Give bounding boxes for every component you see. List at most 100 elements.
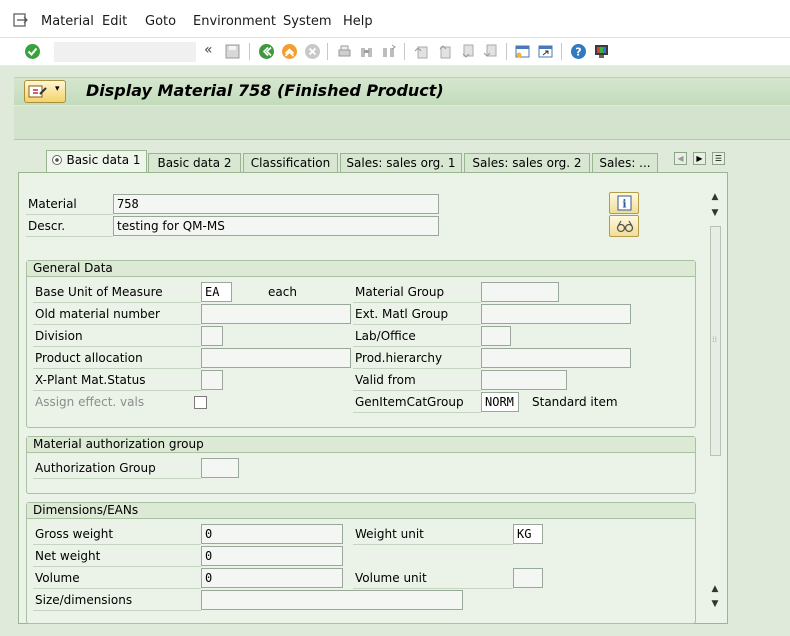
scroll-thumb[interactable]: ⁞⁞ [710,226,721,456]
tab-strip: Basic data 1 Basic data 2 Classification… [14,150,790,172]
scroll-page-up-icon[interactable]: ▲ [710,584,720,594]
menu-edit[interactable]: Edit [102,14,127,29]
vertical-scrollbar[interactable]: ▲ ▼ ⁞⁞ ▲ ▼ [708,190,722,614]
org-levels-button[interactable] [609,215,639,237]
old-material-label: Old material number [35,307,160,321]
xplant-status-field[interactable] [201,370,223,390]
label-underline [353,544,513,545]
menu-help[interactable]: Help [343,14,373,29]
gen-item-cat-field[interactable]: NORM [481,392,519,412]
shortcut-icon[interactable] [537,43,554,60]
lab-office-field[interactable] [481,326,511,346]
assign-effect-checkbox[interactable] [194,396,207,409]
tab-classification[interactable]: Classification [243,153,338,172]
tab-basic-data-2[interactable]: Basic data 2 [148,153,241,172]
previous-page-icon[interactable] [436,43,453,60]
label-underline [353,302,481,303]
label-underline [353,588,513,589]
label-underline [33,566,201,567]
collapse-command-icon[interactable]: « [204,42,221,59]
volume-unit-label: Volume unit [355,571,427,585]
save-icon[interactable] [224,43,241,60]
material-group-field[interactable] [481,282,559,302]
menu-bar: Material Edit Goto Environment System He… [0,0,790,38]
toolbar-separator [506,43,507,60]
old-material-field[interactable] [201,304,351,324]
xplant-status-label: X-Plant Mat.Status [35,373,146,387]
new-session-icon[interactable] [514,43,531,60]
prod-hierarchy-label: Prod.hierarchy [355,351,443,365]
menu-material[interactable]: Material [41,14,94,29]
tab-label: Sales: sales org. 1 [346,156,456,170]
exit-icon[interactable] [281,43,298,60]
scroll-page-down-icon[interactable]: ▼ [710,208,720,218]
other-material-button[interactable]: ▾ [24,80,66,103]
toolbar-separator [404,43,405,60]
tab-scroll-right-icon[interactable]: ▶ [693,152,706,165]
group-title: General Data [27,261,695,277]
next-page-icon[interactable] [459,43,476,60]
find-next-icon[interactable] [380,43,397,60]
help-icon[interactable]: ? [570,43,587,60]
auth-group-field[interactable] [201,458,239,478]
tab-sales-org-1[interactable]: Sales: sales org. 1 [340,153,462,172]
ext-matl-group-label: Ext. Matl Group [355,307,449,321]
additional-data-button[interactable]: i [609,192,639,214]
label-underline [353,390,481,391]
last-page-icon[interactable] [482,43,499,60]
volume-unit-field[interactable] [513,568,543,588]
prod-hierarchy-field[interactable] [481,348,631,368]
ext-matl-group-field[interactable] [481,304,631,324]
menu-goto[interactable]: Goto [145,14,176,29]
tab-sales-org-2[interactable]: Sales: sales org. 2 [464,153,590,172]
valid-from-field[interactable] [481,370,567,390]
volume-label: Volume [35,571,80,585]
size-dimensions-field[interactable] [201,590,463,610]
product-allocation-label: Product allocation [35,351,143,365]
description-field[interactable]: testing for QM-MS [113,216,439,236]
menu-system[interactable]: System [283,14,331,29]
valid-from-label: Valid from [355,373,416,387]
print-icon[interactable] [336,43,353,60]
find-icon[interactable] [358,43,375,60]
net-weight-field[interactable]: 0 [201,546,343,566]
enter-icon[interactable] [24,43,41,60]
tab-label: Sales: sales org. 2 [472,156,582,170]
product-allocation-field[interactable] [201,348,351,368]
customize-layout-icon[interactable] [593,43,610,60]
tab-list-icon[interactable]: ☰ [712,152,725,165]
division-field[interactable] [201,326,223,346]
volume-field[interactable]: 0 [201,568,343,588]
label-underline [353,324,481,325]
tab-basic-data-1[interactable]: Basic data 1 [46,150,147,172]
label-underline [33,368,201,369]
scroll-down-icon[interactable]: ▼ [710,599,720,609]
weight-unit-field[interactable]: KG [513,524,543,544]
info-icon: i [617,195,632,211]
label-underline [353,368,481,369]
cancel-icon[interactable] [304,43,321,60]
label-underline [33,544,201,545]
gross-weight-field[interactable]: 0 [201,524,343,544]
active-tab-icon [52,155,63,165]
tab-sales-more[interactable]: Sales: ... [592,153,658,172]
material-field[interactable]: 758 [113,194,439,214]
scroll-up-icon[interactable]: ▲ [710,192,720,202]
toolbar-separator [561,43,562,60]
tab-scroll-left-icon[interactable]: ◀ [674,152,687,165]
label-underline [33,478,201,479]
label-underline [33,588,201,589]
assign-effect-label: Assign effect. vals [35,395,145,409]
label-underline [353,412,481,413]
back-icon[interactable] [258,43,275,60]
first-page-icon[interactable] [413,43,430,60]
menu-icon[interactable] [13,13,29,27]
menu-environment[interactable]: Environment [193,14,276,29]
svg-text:i: i [622,198,626,211]
toolbar-separator [327,43,328,60]
base-uom-field[interactable]: EA [201,282,232,302]
lab-office-label: Lab/Office [355,329,416,343]
material-label: Material [28,197,77,211]
material-group-label: Material Group [355,285,445,299]
command-field[interactable] [54,42,196,62]
